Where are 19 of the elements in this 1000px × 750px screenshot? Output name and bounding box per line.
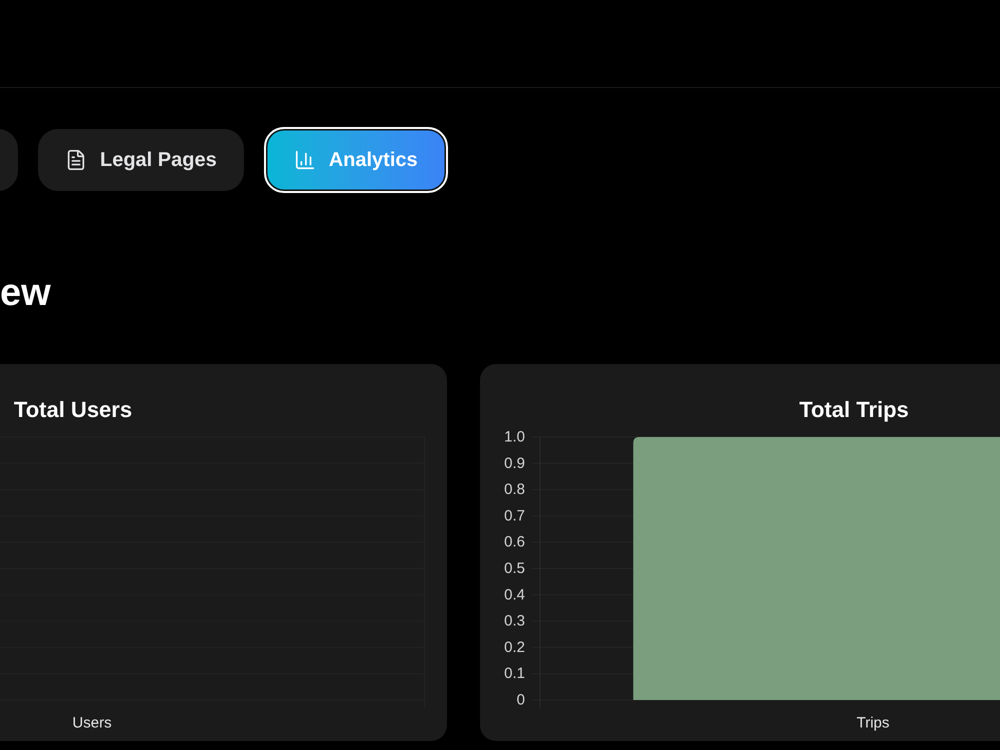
bar-chart-icon [294, 149, 316, 171]
y-tick-label: 0.1 [504, 665, 525, 682]
y-tick-label: 0.2 [504, 638, 525, 656]
y-tick-label: 0.8 [504, 481, 525, 498]
page-heading: ew [0, 271, 51, 316]
y-tick-label: 0.5 [504, 560, 525, 577]
x-axis-label: Users [72, 714, 112, 732]
y-tick-label: 1.0 [504, 428, 525, 446]
y-tick-label: 0 [516, 692, 525, 708]
document-icon [65, 149, 87, 171]
y-tick-label: 0.9 [504, 454, 525, 472]
y-tick-label: 0.6 [504, 534, 525, 551]
y-tick-label: 0.4 [504, 586, 525, 604]
card-title: Total Users [14, 396, 132, 424]
y-tick-label: 0.7 [504, 507, 525, 524]
card-title: Total Trips [799, 396, 909, 424]
y-tick-label: 0.3 [504, 612, 525, 630]
tab[interactable]: Legal Pages [38, 129, 244, 191]
x-axis-label: Trips [856, 714, 890, 732]
